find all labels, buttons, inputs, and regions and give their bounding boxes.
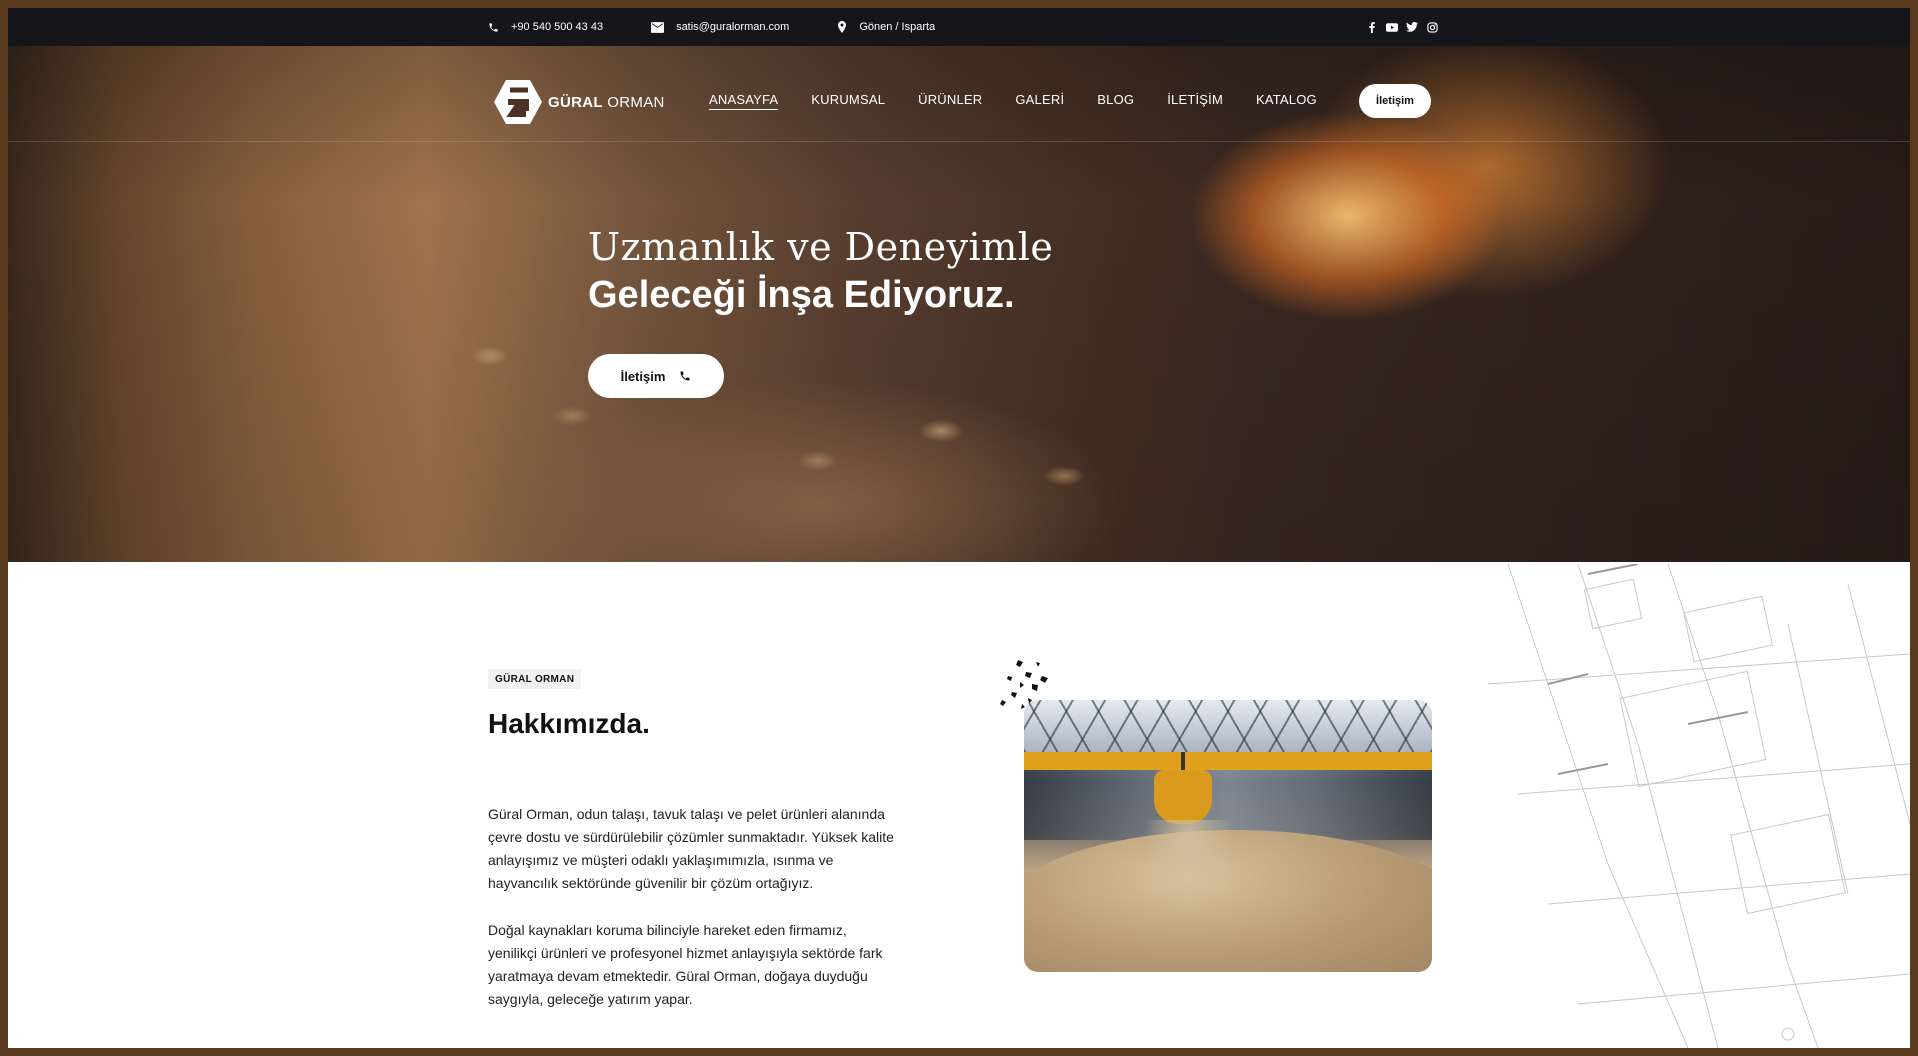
hero-contact-button[interactable]: İletişim: [588, 354, 724, 398]
about-paragraph-1: Güral Orman, odun talaşı, tavuk talaşı v…: [488, 806, 894, 891]
nav-item-galeri[interactable]: GALERİ: [1015, 92, 1064, 110]
nav-item-blog[interactable]: BLOG: [1097, 92, 1134, 110]
about-heading: Hakkımızda.: [488, 708, 650, 743]
phone-icon: [489, 22, 498, 32]
brand-name-light: ORMAN: [607, 93, 665, 111]
facebook-icon[interactable]: [1366, 21, 1378, 33]
page: +90 540 500 43 43 satis@guralorman.com G…: [8, 8, 1910, 1048]
nav-item-iletisim[interactable]: İLETİŞİM: [1167, 92, 1223, 110]
social-links: [1366, 21, 1438, 33]
hero-heading: Uzmanlık ve Deneyimle Geleceği İnşa Ediy…: [588, 223, 1053, 319]
phone-number: +90 540 500 43 43: [511, 21, 604, 33]
logo-mark-icon: [494, 80, 542, 124]
brand-logo[interactable]: GÜRAL ORMAN: [494, 80, 665, 124]
main-navigation: GÜRAL ORMAN ANASAYFA KURUMSAL ÜRÜNLER GA…: [8, 46, 1910, 142]
nav-menu: ANASAYFA KURUMSAL ÜRÜNLER GALERİ BLOG İL…: [709, 92, 1350, 110]
facility-photo: [1024, 700, 1432, 972]
hero-button-label: İletişim: [620, 368, 666, 384]
instagram-icon[interactable]: [1426, 21, 1438, 33]
about-title-text: Hakkımızda: [488, 708, 643, 739]
nav-item-urunler[interactable]: ÜRÜNLER: [918, 92, 982, 110]
top-info-bar: +90 540 500 43 43 satis@guralorman.com G…: [8, 8, 1910, 46]
topbar-location: Gönen / Isparta: [837, 21, 935, 33]
location-pin-icon: [838, 21, 847, 33]
youtube-icon[interactable]: [1386, 21, 1398, 33]
hero-section: GÜRAL ORMAN ANASAYFA KURUMSAL ÜRÜNLER GA…: [8, 46, 1910, 562]
email-address: satis@guralorman.com: [676, 21, 790, 33]
brand-name-bold: GÜRAL: [548, 93, 603, 111]
hero-title-line2: Geleceği İnşa Ediyoruz.: [588, 274, 1015, 316]
section-tag: GÜRAL ORMAN: [488, 669, 582, 689]
twitter-icon[interactable]: [1406, 21, 1418, 33]
nav-item-kurumsal[interactable]: KURUMSAL: [811, 92, 885, 110]
about-paragraph-2: Doğal kaynakları koruma bilinciyle harek…: [488, 922, 883, 1007]
phone-icon: [680, 371, 690, 381]
about-title-dot: .: [642, 708, 650, 739]
blueprint-decoration: [1488, 564, 1910, 1048]
hero-title-line1: Uzmanlık ve Deneyimle: [588, 225, 1054, 269]
nav-contact-button[interactable]: İletişim: [1359, 84, 1431, 118]
mail-icon: [651, 21, 665, 33]
topbar-phone[interactable]: +90 540 500 43 43: [488, 21, 603, 33]
topbar-email[interactable]: satis@guralorman.com: [651, 21, 789, 33]
nav-item-katalog[interactable]: KATALOG: [1256, 92, 1317, 110]
nav-item-anasayfa[interactable]: ANASAYFA: [709, 92, 779, 110]
location-text: Gönen / Isparta: [859, 21, 936, 33]
